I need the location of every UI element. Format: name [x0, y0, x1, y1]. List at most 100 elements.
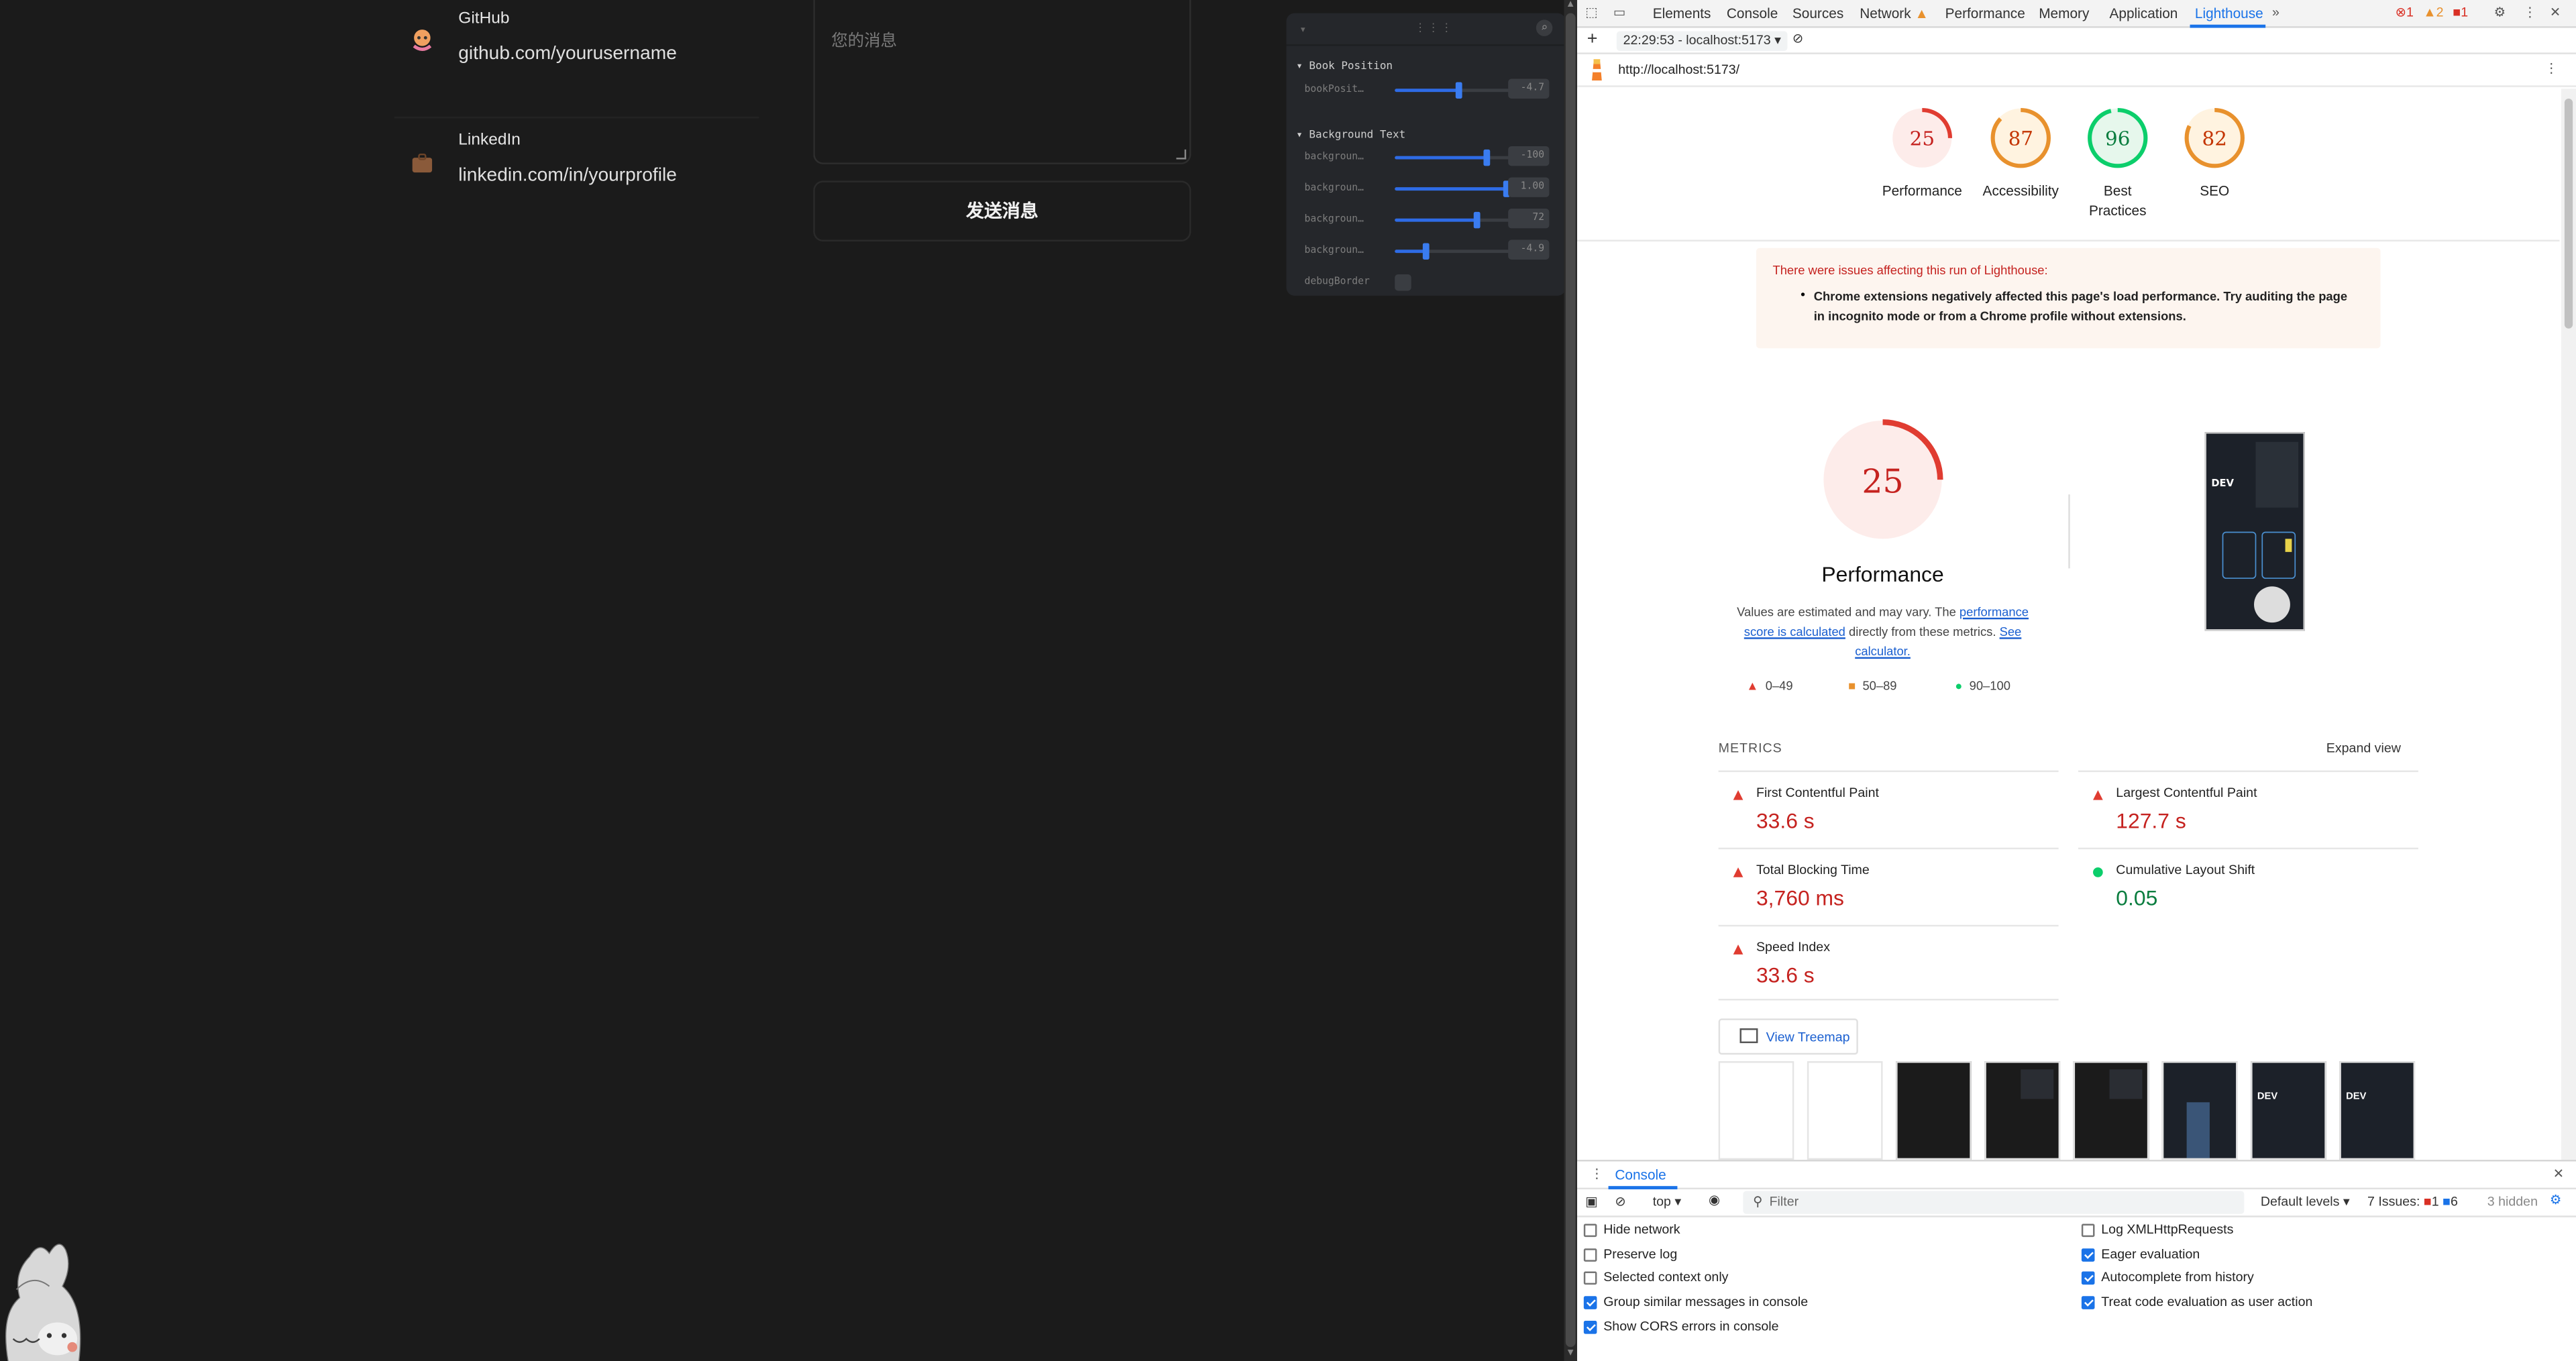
- scrollbar-thumb[interactable]: [2564, 98, 2573, 329]
- tab-memory[interactable]: Memory: [2039, 5, 2089, 21]
- slider-label: backgroun…: [1304, 182, 1364, 194]
- checkbox-box[interactable]: [1583, 1271, 1597, 1285]
- checkbox-box[interactable]: [1583, 1223, 1597, 1238]
- send-message-button[interactable]: 发送消息: [813, 180, 1191, 242]
- checkbox-box[interactable]: [2081, 1223, 2095, 1238]
- message-placeholder: 您的消息: [831, 32, 898, 51]
- report-scrollbar[interactable]: [2561, 89, 2576, 1160]
- checkbox-box[interactable]: [2081, 1248, 2095, 1262]
- resize-handle[interactable]: [1176, 149, 1187, 160]
- gui-header[interactable]: ▾ ⋮⋮⋮ ⌕: [1286, 13, 1564, 46]
- gui-folder-book-position[interactable]: ▾ Book Position: [1296, 59, 1393, 72]
- page-scrollbar[interactable]: ▲ ▼: [1564, 0, 1578, 1361]
- drag-handle-icon[interactable]: ⋮⋮⋮: [1415, 21, 1454, 35]
- collapse-icon[interactable]: ▾: [1299, 23, 1306, 36]
- drawer-tab-console[interactable]: Console: [1615, 1166, 1666, 1183]
- contact-linkedin[interactable]: LinkedIn linkedin.com/in/yourprofile: [394, 121, 759, 239]
- metric-tbt: Total Blocking Time 3,760 ms: [1718, 847, 2059, 924]
- folder-title: Background Text: [1309, 128, 1406, 142]
- score-gauge-seo[interactable]: 82 SEO: [2165, 105, 2264, 201]
- gui-checkbox-row[interactable]: debugBorder: [1305, 271, 1560, 294]
- slider-value[interactable]: 72: [1508, 209, 1550, 229]
- checkbox-box[interactable]: [1583, 1248, 1597, 1262]
- slider-track[interactable]: [1395, 243, 1510, 260]
- checkbox-box[interactable]: [1583, 1296, 1597, 1309]
- gui-slider-row[interactable]: backgroun… -4.9: [1305, 239, 1560, 263]
- gui-slider-row[interactable]: bookPosit… -4.7: [1305, 78, 1560, 102]
- clear-icon[interactable]: ⊘: [1792, 32, 1803, 46]
- issues-counter[interactable]: 7 Issues: ■1 ■6: [2367, 1194, 2458, 1209]
- slider-value[interactable]: 1.00: [1508, 177, 1550, 197]
- tab-application[interactable]: Application: [2110, 5, 2178, 21]
- drawer-menu-icon[interactable]: ⋮: [1591, 1166, 1604, 1181]
- score-gauge-performance[interactable]: 25 Performance: [1873, 105, 1972, 201]
- report-selector[interactable]: 22:29:53 - localhost:5173 ▾: [1616, 31, 1788, 51]
- error-count-badge[interactable]: ⊗1: [2396, 5, 2414, 19]
- debug-border-checkbox[interactable]: [1395, 274, 1411, 291]
- scroll-down-icon[interactable]: ▼: [1566, 1349, 1576, 1359]
- contact-value[interactable]: linkedin.com/in/yourprofile: [458, 166, 677, 185]
- contact-github[interactable]: GitHub github.com/yourusername: [394, 0, 759, 119]
- final-screenshot-thumbnail[interactable]: DEV: [2204, 432, 2305, 631]
- filter-input[interactable]: ⚲ Filter: [1743, 1191, 2245, 1214]
- score-gauge-accessibility[interactable]: 87 Accessibility: [1972, 105, 2070, 201]
- slider-track[interactable]: [1395, 211, 1510, 229]
- slider-track[interactable]: [1395, 82, 1510, 99]
- context-selector[interactable]: top ▾: [1653, 1194, 1682, 1209]
- svg-text:82: 82: [2202, 127, 2227, 150]
- slider-knob[interactable]: [1474, 211, 1481, 229]
- search-icon[interactable]: ⌕: [1536, 19, 1553, 36]
- sidebar-toggle-icon[interactable]: ▣: [1585, 1194, 1598, 1209]
- tab-sources[interactable]: Sources: [1792, 5, 1843, 21]
- more-tabs-icon[interactable]: »: [2272, 5, 2279, 19]
- slider-knob[interactable]: [1454, 82, 1462, 99]
- slider-value[interactable]: -100: [1508, 146, 1550, 166]
- slider-knob[interactable]: [1483, 149, 1491, 166]
- log-levels-dropdown[interactable]: Default levels ▾: [2261, 1194, 2350, 1209]
- checkbox-box[interactable]: [1583, 1320, 1597, 1334]
- score-gauge-best-practices[interactable]: 96 Best Practices: [2068, 105, 2167, 220]
- message-textarea[interactable]: 您的消息: [813, 0, 1191, 164]
- kebab-menu-icon[interactable]: ⋮: [2524, 5, 2537, 19]
- metric-si: Speed Index 33.6 s: [1718, 924, 2059, 1001]
- new-report-icon[interactable]: +: [1587, 30, 1598, 49]
- error-count: 1: [2406, 5, 2414, 20]
- tab-network[interactable]: Network ▲: [1860, 5, 1929, 21]
- scroll-up-icon[interactable]: ▲: [1566, 0, 1576, 10]
- slider-track[interactable]: [1395, 149, 1510, 166]
- slider-track[interactable]: [1395, 180, 1510, 197]
- clear-console-icon[interactable]: ⊘: [1615, 1194, 1625, 1209]
- svg-text:25: 25: [1862, 463, 1903, 501]
- slider-value[interactable]: -4.9: [1508, 239, 1550, 260]
- gui-folder-background-text[interactable]: ▾ Background Text: [1296, 128, 1405, 142]
- view-treemap-button[interactable]: View Treemap: [1718, 1018, 1858, 1055]
- settings-gear-icon[interactable]: ⚙: [2494, 5, 2506, 19]
- close-drawer-icon[interactable]: ✕: [2553, 1166, 2564, 1181]
- info-count-badge[interactable]: ■1: [2453, 5, 2468, 19]
- contact-value[interactable]: github.com/yourusername: [458, 44, 677, 64]
- tab-performance[interactable]: Performance: [1945, 5, 2025, 21]
- gauge-ring: 25: [1892, 108, 1953, 168]
- warning-count-badge[interactable]: ▲2: [2423, 5, 2443, 19]
- close-icon[interactable]: ✕: [2550, 5, 2561, 19]
- report-menu-icon[interactable]: ⋮: [2545, 61, 2559, 76]
- gui-slider-row[interactable]: backgroun… -100: [1305, 146, 1560, 169]
- expand-view-link[interactable]: Expand view: [2326, 741, 2401, 755]
- slider-value[interactable]: -4.7: [1508, 78, 1550, 99]
- console-settings-icon[interactable]: ⚙: [2550, 1193, 2562, 1207]
- inspect-element-icon[interactable]: ⬚: [1585, 5, 1598, 19]
- desc-text: directly from these metrics.: [1845, 624, 2000, 639]
- checkbox-box[interactable]: [2081, 1271, 2095, 1285]
- slider-knob[interactable]: [1422, 243, 1430, 260]
- report-url[interactable]: http://localhost:5173/: [1618, 62, 1739, 77]
- tab-console[interactable]: Console: [1727, 5, 1778, 21]
- metric-cls: Cumulative Layout Shift 0.05: [2078, 847, 2418, 924]
- checkbox-box[interactable]: [2081, 1296, 2095, 1309]
- device-toolbar-icon[interactable]: ▭: [1613, 5, 1626, 19]
- tab-lighthouse[interactable]: Lighthouse: [2195, 5, 2263, 21]
- tab-elements[interactable]: Elements: [1653, 5, 1711, 21]
- eye-icon[interactable]: ◉: [1709, 1193, 1720, 1207]
- gui-slider-row[interactable]: backgroun… 1.00: [1305, 177, 1560, 200]
- gui-slider-row[interactable]: backgroun… 72: [1305, 209, 1560, 231]
- scrollbar-thumb[interactable]: [1565, 13, 1576, 1348]
